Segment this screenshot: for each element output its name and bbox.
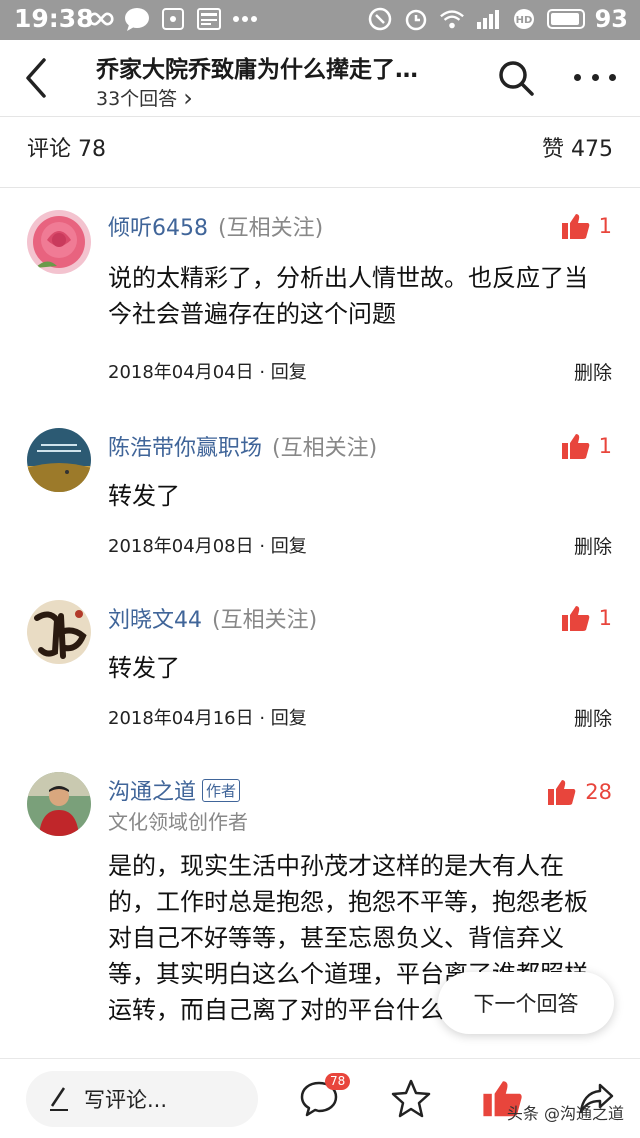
like-button[interactable]: 1 bbox=[561, 432, 612, 460]
signal-app-icon bbox=[160, 6, 186, 32]
comment-date-reply[interactable]: 2018年04月16日 · 回复 bbox=[108, 704, 307, 730]
status-time: 19:38 bbox=[14, 4, 94, 33]
like-count: 1 bbox=[598, 434, 612, 458]
thumbs-up-icon bbox=[561, 606, 589, 631]
portrait-avatar-image bbox=[27, 772, 91, 836]
thumbs-up-icon bbox=[561, 214, 589, 239]
wifi-icon bbox=[439, 6, 465, 32]
delete-button[interactable]: 删除 bbox=[574, 532, 612, 559]
status-left-icons bbox=[88, 6, 258, 32]
dot-icon bbox=[609, 73, 616, 81]
alarm-clock-icon bbox=[403, 6, 429, 32]
comment-username[interactable]: 沟通之道 作者 bbox=[108, 774, 241, 806]
like-count: 28 bbox=[585, 780, 612, 804]
watermark: 头条 @沟通之道 bbox=[506, 1104, 624, 1123]
comment-text: 说的太精彩了，分析出人情世故。也反应了当今社会普遍存在的这个问题 bbox=[108, 264, 588, 328]
mutual-follow-tag: (互相关注) bbox=[218, 216, 324, 241]
avatar[interactable] bbox=[27, 210, 91, 274]
like-count: 1 bbox=[598, 606, 612, 630]
write-comment-input[interactable]: 写评论... bbox=[26, 1071, 258, 1127]
more-options-button[interactable] bbox=[574, 62, 616, 92]
delete-button[interactable]: 删除 bbox=[574, 704, 612, 731]
write-comment-placeholder: 写评论... bbox=[84, 1088, 168, 1112]
creator-subtitle: 文化领域创作者 bbox=[108, 810, 248, 834]
dot-icon bbox=[574, 73, 581, 81]
like-button[interactable]: 28 bbox=[547, 778, 612, 806]
status-bar: 19:38 HD 93 bbox=[0, 0, 640, 40]
favorite-button[interactable] bbox=[390, 1077, 432, 1119]
avatar[interactable] bbox=[27, 428, 91, 492]
like-count: 赞 475 bbox=[542, 137, 613, 162]
battery-percent: 93 bbox=[594, 5, 628, 33]
like-button[interactable]: 1 bbox=[561, 212, 612, 240]
message-bubble-icon bbox=[124, 6, 150, 32]
delete-button[interactable]: 删除 bbox=[574, 358, 612, 385]
mutual-follow-tag: (互相关注) bbox=[272, 436, 378, 461]
avatar[interactable] bbox=[27, 600, 91, 664]
thumbs-up-icon bbox=[548, 780, 576, 805]
status-right-icons: HD 93 bbox=[367, 5, 628, 33]
question-title[interactable]: 乔家大院乔致庸为什么撵走了… bbox=[96, 50, 418, 84]
bottom-bar: 写评论... 78 bbox=[0, 1058, 640, 1138]
calligraphy-avatar-image bbox=[27, 600, 91, 664]
chevron-right-icon: › bbox=[183, 83, 193, 112]
battery-icon bbox=[546, 9, 585, 29]
mutual-follow-tag: (互相关注) bbox=[212, 608, 318, 633]
thumbs-up-icon bbox=[561, 434, 589, 459]
comment-date-reply[interactable]: 2018年04月08日 · 回复 bbox=[108, 532, 307, 558]
comment-username[interactable]: 陈浩带你赢职场 (互相关注) bbox=[108, 430, 377, 462]
infinity-icon bbox=[88, 6, 114, 32]
stats-row: 评论 78 赞 475 bbox=[0, 117, 640, 187]
star-icon bbox=[391, 1079, 431, 1118]
search-button[interactable] bbox=[496, 58, 536, 98]
like-count: 1 bbox=[598, 214, 612, 238]
comment-date-reply[interactable]: 2018年04月04日 · 回复 bbox=[108, 358, 307, 384]
hd-icon: HD bbox=[511, 6, 537, 32]
comment-text: 转发了 bbox=[108, 654, 180, 682]
avatar[interactable] bbox=[27, 772, 91, 836]
comment-username[interactable]: 倾听6458 (互相关注) bbox=[108, 210, 323, 242]
more-dots-icon bbox=[232, 6, 258, 32]
comment-count-badge: 78 bbox=[325, 1073, 351, 1090]
comment-count: 评论 78 bbox=[27, 137, 106, 162]
divider bbox=[0, 187, 640, 188]
answers-count-link[interactable]: 33个回答 › bbox=[96, 84, 193, 111]
back-button[interactable] bbox=[18, 54, 58, 102]
next-answer-button[interactable]: 下一个回答 bbox=[438, 972, 614, 1034]
search-icon bbox=[499, 61, 534, 96]
answers-count: 33个回答 bbox=[96, 88, 178, 110]
dot-icon bbox=[591, 73, 599, 81]
svg-text:HD: HD bbox=[515, 15, 532, 26]
author-badge: 作者 bbox=[202, 779, 241, 802]
cellular-signal-icon bbox=[475, 6, 501, 32]
back-arrow-icon bbox=[26, 58, 46, 98]
landscape-avatar-image bbox=[27, 428, 91, 492]
news-app-icon bbox=[196, 6, 222, 32]
do-not-disturb-icon bbox=[367, 6, 393, 32]
header: 乔家大院乔致庸为什么撵走了… 33个回答 › bbox=[0, 40, 640, 116]
pen-icon bbox=[50, 1087, 68, 1111]
like-button[interactable]: 1 bbox=[561, 604, 612, 632]
comment-text: 转发了 bbox=[108, 482, 180, 510]
rose-avatar-image bbox=[27, 210, 91, 274]
comment-username[interactable]: 刘晓文44 (互相关注) bbox=[108, 602, 317, 634]
